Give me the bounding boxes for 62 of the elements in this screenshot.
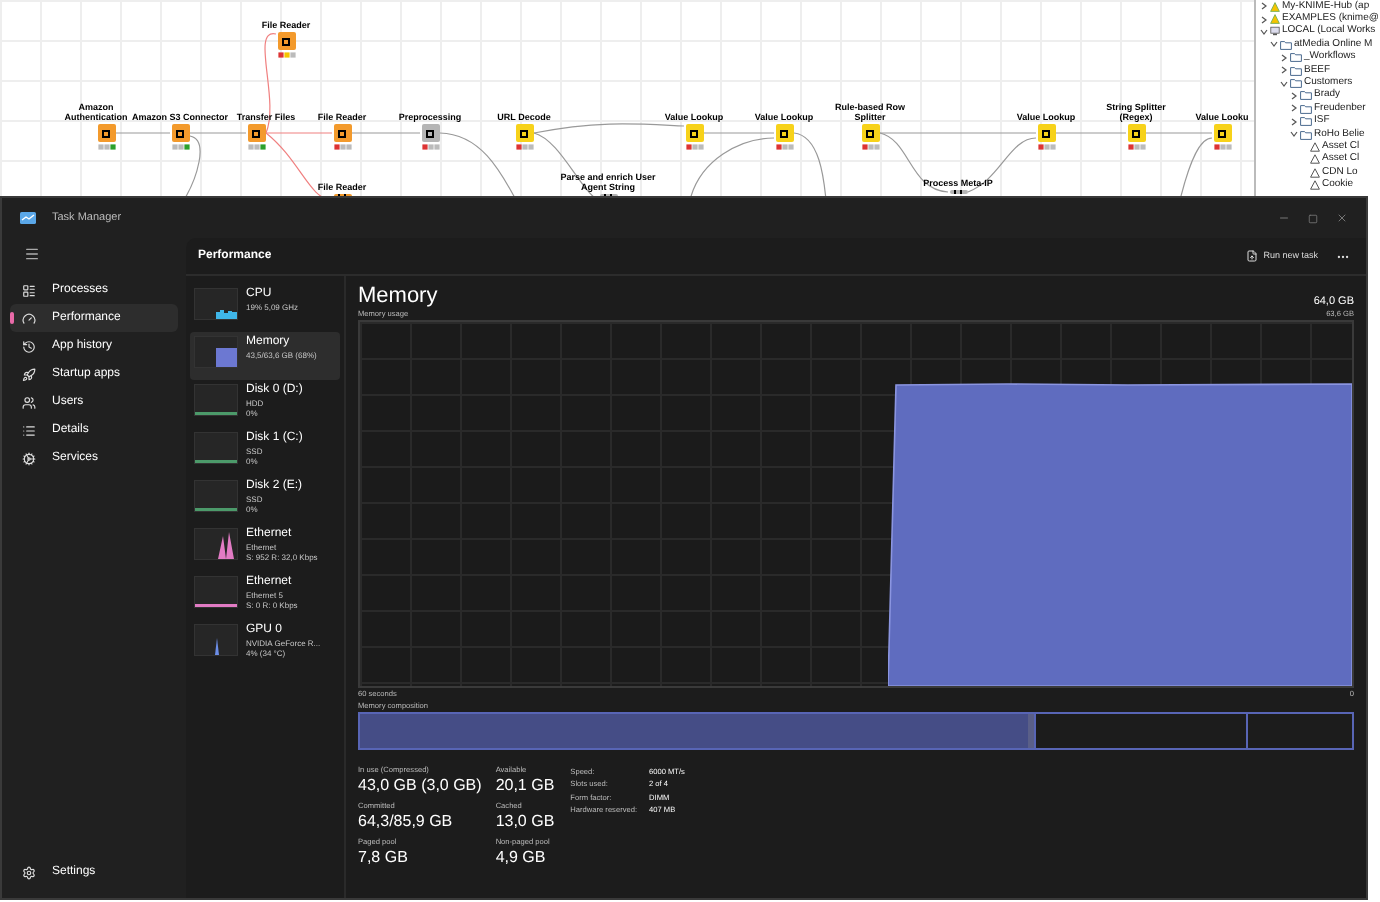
workflow-node[interactable]: [421, 124, 439, 142]
stat-value: 64,3/85,9 GB: [358, 812, 455, 832]
gauge-icon: [22, 311, 36, 325]
computer-icon: [1270, 26, 1280, 37]
usage-thumbnail-drawing: [194, 336, 238, 368]
workflow-node[interactable]: [861, 124, 879, 142]
settings-icon: [22, 865, 36, 879]
stat-value: 4,9 GB: [495, 848, 548, 868]
expanded-caret-icon[interactable]: [1290, 130, 1298, 139]
workflow-node[interactable]: [1037, 124, 1055, 142]
expanded-caret-icon[interactable]: [1280, 79, 1288, 88]
usage-thumbnail-drawing: [194, 624, 238, 656]
rocket-icon: [22, 367, 36, 381]
collapsed-caret-icon[interactable]: [1260, 2, 1268, 11]
connection-line: [115, 132, 171, 134]
usage-thumbnail-drawing: [194, 432, 238, 464]
stat-value: 20,1 GB: [495, 776, 555, 796]
collapsed-caret-icon[interactable]: [1280, 53, 1288, 62]
workflow-node[interactable]: [247, 124, 265, 142]
workflow-node[interactable]: [333, 124, 351, 142]
collapsed-caret-icon[interactable]: [1290, 91, 1298, 100]
gear-icon: [22, 451, 36, 465]
memory-title: Memory: [358, 284, 438, 310]
expanded-caret-icon[interactable]: [1260, 27, 1268, 36]
connection-line: [689, 137, 775, 196]
stat-value: 43,0 GB (3,0 GB): [358, 776, 482, 796]
collapsed-caret-icon[interactable]: [1280, 66, 1288, 75]
collapsed-caret-icon[interactable]: [1290, 117, 1298, 126]
workflow-node[interactable]: [1213, 124, 1231, 142]
connection-line: [439, 132, 517, 196]
app-icon: [20, 212, 36, 224]
collapsed-caret-icon[interactable]: [1260, 15, 1268, 24]
list-icon: [22, 283, 36, 297]
stat-value: 7,8 GB: [358, 848, 410, 868]
usage-thumbnail-drawing: [194, 384, 238, 416]
file-icon: [1245, 250, 1258, 262]
menu-icon[interactable]: [24, 246, 40, 262]
list-icon: [22, 423, 36, 437]
workflow-node[interactable]: [171, 124, 189, 142]
usage-thumbnail-drawing: [194, 576, 238, 608]
stat-value: 13,0 GB: [495, 812, 555, 832]
connection-line: [793, 132, 827, 196]
usage-thumbnail-drawing: [194, 528, 238, 560]
connection-line: [1145, 132, 1213, 134]
workflow-node[interactable]: [685, 124, 703, 142]
connection-line: [351, 132, 421, 134]
close-icon[interactable]: [1336, 212, 1348, 224]
usage-thumbnail-drawing: [194, 480, 238, 512]
expanded-caret-icon[interactable]: [1270, 40, 1278, 49]
workflow-node[interactable]: [97, 124, 115, 142]
workflow-node[interactable]: [277, 32, 295, 50]
connection-line: [703, 132, 775, 134]
connection-line: [1179, 137, 1213, 196]
workflow-node[interactable]: [1127, 124, 1145, 142]
users-icon: [22, 395, 36, 409]
history-icon: [22, 339, 36, 353]
collapsed-caret-icon[interactable]: [1290, 104, 1298, 113]
workflow-node[interactable]: [775, 124, 793, 142]
connection-line: [1055, 132, 1127, 134]
maximize-icon[interactable]: [1308, 213, 1318, 223]
workflow-node[interactable]: [515, 124, 533, 142]
usage-thumbnail-drawing: [194, 288, 238, 320]
